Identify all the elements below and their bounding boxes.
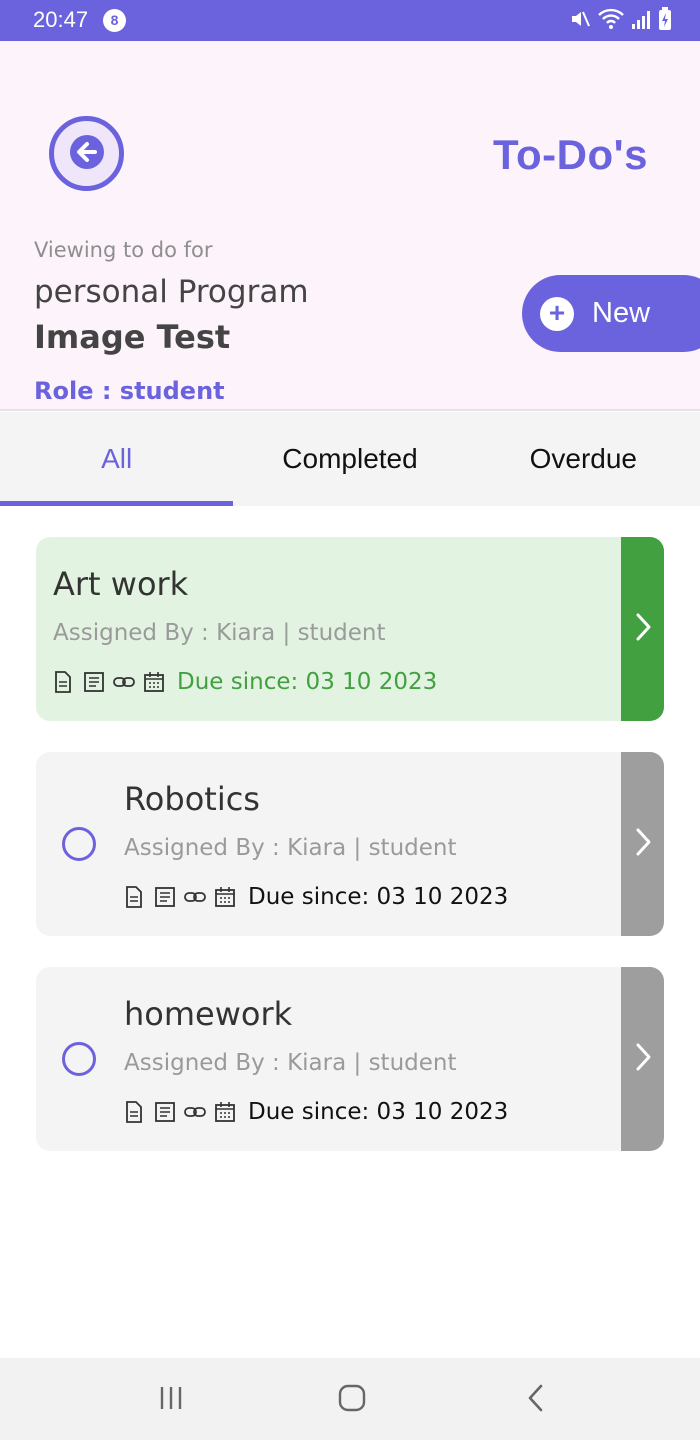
todo-due-date: Due since: 03 10 2023 — [177, 669, 438, 695]
wifi-icon — [598, 8, 624, 34]
todo-title: homework — [124, 995, 293, 1033]
recent-apps-button[interactable] — [149, 1378, 193, 1422]
calendar-icon — [143, 671, 165, 693]
status-bar: 20:47 8 — [0, 0, 700, 41]
recent-apps-icon — [157, 1384, 185, 1416]
battery-charging-icon — [658, 7, 672, 35]
mute-icon — [569, 8, 591, 34]
system-nav-bar — [0, 1358, 700, 1440]
todo-meta: Due since: 03 10 2023 — [124, 884, 508, 910]
todo-assigned-by: Assigned By : Kiara | student — [124, 1050, 457, 1076]
new-button-label: New — [592, 297, 651, 329]
back-nav-button[interactable] — [514, 1378, 558, 1422]
back-button[interactable] — [49, 116, 124, 191]
link-icon — [184, 1101, 206, 1123]
status-time: 20:47 — [33, 7, 89, 32]
chevron-right-icon — [633, 611, 653, 647]
todo-card[interactable]: homework Assigned By : Kiara | student D… — [36, 967, 664, 1151]
open-todo-arrow[interactable] — [621, 537, 664, 721]
todo-title: Robotics — [124, 780, 260, 818]
program-name: personal Program — [34, 274, 309, 310]
role-label: Role : student — [34, 377, 225, 405]
link-icon — [184, 886, 206, 908]
link-icon — [113, 671, 135, 693]
tab-completed[interactable]: Completed — [233, 412, 466, 506]
program-subtitle: Image Test — [34, 318, 231, 356]
todo-meta: Due since: 03 10 2023 — [53, 669, 437, 695]
todo-due-date: Due since: 03 10 2023 — [248, 884, 509, 910]
todo-assigned-by: Assigned By : Kiara | student — [53, 620, 386, 646]
todo-card[interactable]: Art work Assigned By : Kiara | student D… — [36, 537, 664, 721]
todo-assigned-by: Assigned By : Kiara | student — [124, 835, 457, 861]
arrow-left-icon — [69, 134, 105, 174]
notes-icon — [154, 1101, 176, 1123]
todo-title: Art work — [53, 565, 189, 603]
open-todo-arrow[interactable] — [621, 967, 664, 1151]
calendar-icon — [214, 1101, 236, 1123]
page-title: To-Do's — [492, 131, 648, 178]
document-icon — [53, 671, 75, 693]
notes-icon — [154, 886, 176, 908]
todo-card[interactable]: Robotics Assigned By : Kiara | student D… — [36, 752, 664, 936]
document-icon — [124, 1101, 146, 1123]
complete-radio[interactable] — [62, 1042, 96, 1076]
home-button[interactable] — [330, 1378, 374, 1422]
filter-tabs: All Completed Overdue — [0, 412, 700, 506]
calendar-icon — [214, 886, 236, 908]
system-icons — [569, 7, 672, 35]
todo-meta: Due since: 03 10 2023 — [124, 1099, 508, 1125]
chevron-right-icon — [633, 826, 653, 862]
tab-overdue[interactable]: Overdue — [467, 412, 700, 506]
home-icon — [337, 1383, 367, 1417]
notes-icon — [83, 671, 105, 693]
viewing-label: Viewing to do for — [34, 238, 213, 262]
header-panel: To-Do's Viewing to do for personal Progr… — [0, 41, 700, 411]
open-todo-arrow[interactable] — [621, 752, 664, 936]
new-todo-button[interactable]: + New — [522, 275, 700, 352]
document-icon — [124, 886, 146, 908]
tab-all[interactable]: All — [0, 412, 234, 506]
back-nav-icon — [524, 1383, 548, 1417]
notification-badge: 8 — [103, 9, 126, 32]
todo-due-date: Due since: 03 10 2023 — [248, 1099, 509, 1125]
plus-icon: + — [540, 296, 574, 331]
chevron-right-icon — [633, 1041, 653, 1077]
complete-radio[interactable] — [62, 827, 96, 861]
signal-icon — [631, 8, 651, 34]
